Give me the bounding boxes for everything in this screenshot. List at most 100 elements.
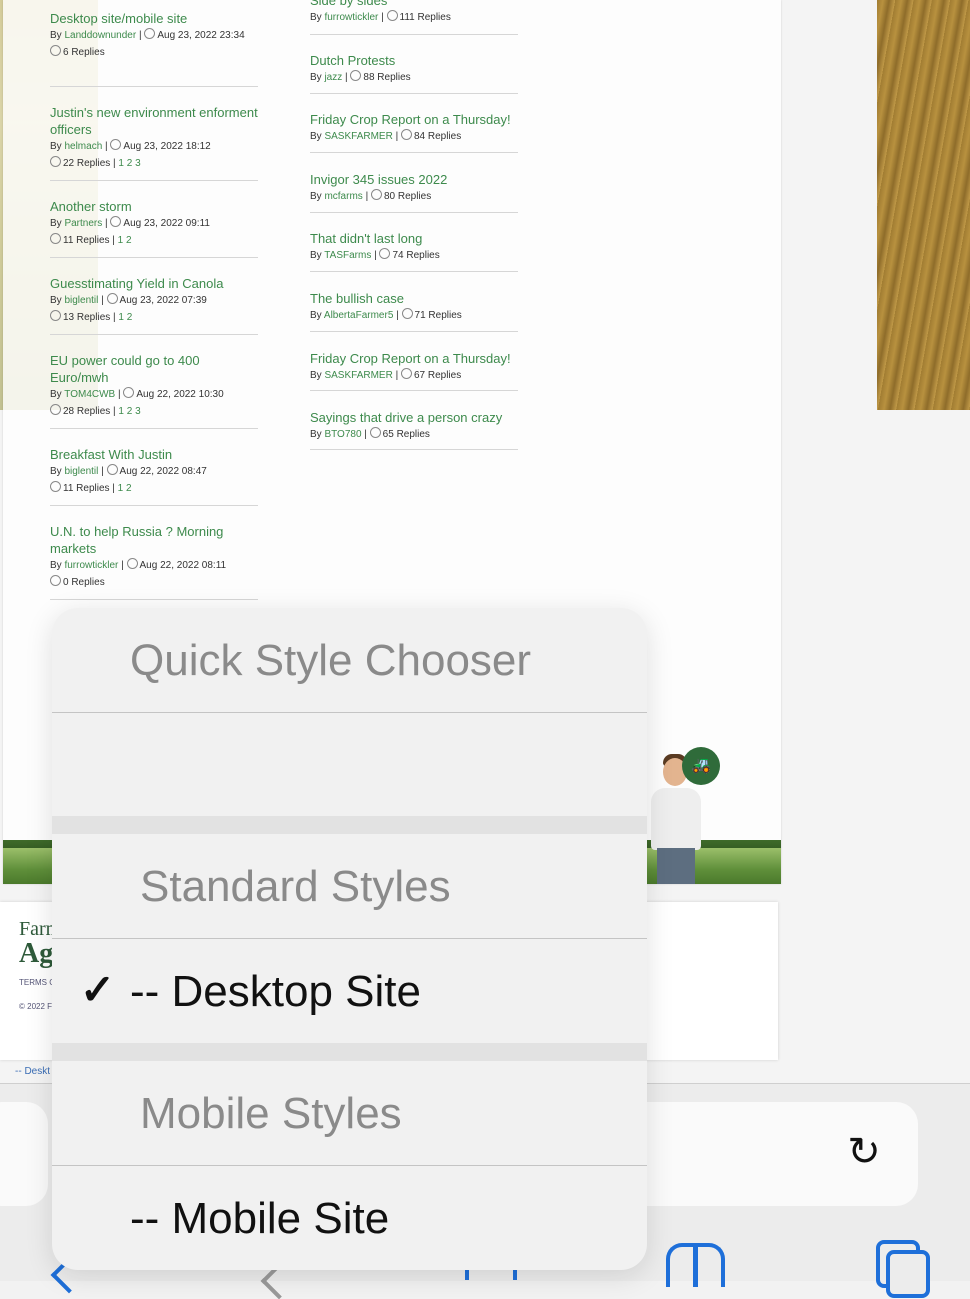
topic-item[interactable]: Justin's new environment enforment offic…	[50, 104, 258, 181]
page-links[interactable]: 1 2 3	[118, 406, 140, 417]
topic-title[interactable]: Desktop site/mobile site	[50, 10, 258, 27]
option-desktop-site[interactable]: ✓ -- Desktop Site	[52, 939, 647, 1043]
topic-title[interactable]: Justin's new environment enforment offic…	[50, 104, 258, 138]
reply-bubble-icon	[50, 156, 61, 167]
page-links[interactable]: 1 2	[118, 235, 132, 246]
topic-item[interactable]: Friday Crop Report on a Thursday! By SAS…	[310, 111, 518, 153]
by-label: By	[50, 295, 62, 306]
tabs-icon[interactable]	[874, 1238, 932, 1298]
topic-item[interactable]: That didn't last long By TASFarms | 74 R…	[310, 230, 518, 272]
topic-title[interactable]: EU power could go to 400 Euro/mwh	[50, 352, 258, 386]
bookmarks-icon[interactable]	[666, 1240, 725, 1287]
by-label: By	[50, 560, 62, 571]
style-chooser-link[interactable]: -- Deskt	[15, 1066, 50, 1077]
option-mobile-site[interactable]: -- Mobile Site	[52, 1166, 647, 1270]
topic-author[interactable]: Landdownunder	[64, 30, 136, 41]
topic-author[interactable]: Partners	[64, 218, 102, 229]
topic-item[interactable]: Another storm By Partners | Aug 23, 2022…	[50, 198, 258, 258]
topic-title[interactable]: That didn't last long	[310, 230, 518, 247]
topic-title[interactable]: Another storm	[50, 198, 258, 215]
topic-item[interactable]: Guesstimating Yield in Canola By biglent…	[50, 275, 258, 335]
group-label-standard: Standard Styles	[140, 862, 451, 911]
reply-bubble-icon	[50, 45, 61, 56]
topic-author[interactable]: jazz	[324, 72, 342, 83]
topic-author[interactable]: TOM4CWB	[64, 389, 115, 400]
topic-item[interactable]: EU power could go to 400 Euro/mwh By TOM…	[50, 352, 258, 429]
topic-meta: By SASKFARMER | 67 Replies	[310, 368, 462, 381]
reply-bubble-icon	[370, 189, 382, 200]
topic-title[interactable]: Invigor 345 issues 2022	[310, 171, 518, 188]
by-label: By	[310, 250, 322, 261]
by-label: By	[310, 12, 322, 23]
topic-meta: By biglentil | Aug 22, 2022 08:47	[50, 464, 207, 477]
tractor-chat-icon[interactable]: 🚜	[682, 747, 720, 785]
topic-item[interactable]: Breakfast With Justin By biglentil | Aug…	[50, 446, 258, 506]
farmer-shirt	[651, 788, 701, 850]
topic-replies-row: 11 Replies | 1 2	[50, 480, 258, 497]
by-label: By	[50, 389, 62, 400]
topic-date: Aug 22, 2022 08:47	[119, 466, 207, 477]
reply-count: 88 Replies	[363, 72, 411, 83]
topic-author[interactable]: biglentil	[64, 295, 98, 306]
topic-item[interactable]: Dutch Protests By jazz | 88 Replies	[310, 52, 518, 94]
picker-blank-option[interactable]	[52, 713, 647, 816]
quick-style-chooser-picker[interactable]: Quick Style Chooser Standard Styles ✓ --…	[52, 608, 647, 1270]
reply-bubble-icon	[50, 310, 61, 321]
topic-author[interactable]: furrowtickler	[64, 560, 118, 571]
page-links[interactable]: 1 2	[118, 483, 132, 494]
topic-meta: By helmach | Aug 23, 2022 18:12	[50, 139, 211, 152]
topic-meta: By Landdownunder | Aug 23, 2022 23:34	[50, 28, 245, 41]
topic-author[interactable]: AlbertaFarmer5	[324, 310, 393, 321]
topic-replies-row: 6 Replies	[50, 44, 258, 61]
picker-group-standard-styles: Standard Styles	[52, 834, 647, 939]
footer-copyright: © 2022 F	[19, 1002, 53, 1011]
topic-item[interactable]: U.N. to help Russia ? Morning markets By…	[50, 523, 258, 600]
topic-author[interactable]: furrowtickler	[324, 12, 378, 23]
topic-item[interactable]: Side by sides By furrowtickler | 111 Rep…	[310, 0, 518, 35]
reload-icon[interactable]: ↻	[842, 1130, 886, 1174]
topic-author[interactable]: SASKFARMER	[324, 131, 392, 142]
topic-item[interactable]: Sayings that drive a person crazy By BTO…	[310, 409, 518, 450]
topic-meta: By biglentil | Aug 23, 2022 07:39	[50, 293, 207, 306]
topic-item[interactable]: Friday Crop Report on a Thursday! By SAS…	[310, 350, 518, 391]
footer-terms-link[interactable]: TERMS C	[19, 978, 55, 987]
topic-title[interactable]: Breakfast With Justin	[50, 446, 258, 463]
previous-tab-address-bar[interactable]	[0, 1102, 48, 1206]
topic-meta: By furrowtickler | 111 Replies	[310, 10, 451, 23]
topic-title[interactable]: Dutch Protests	[310, 52, 518, 69]
topic-title[interactable]: Guesstimating Yield in Canola	[50, 275, 258, 292]
page-links[interactable]: 1 2 3	[118, 158, 140, 169]
topic-author[interactable]: TASFarms	[324, 250, 371, 261]
reply-bubble-icon	[400, 129, 412, 140]
topic-meta: By Partners | Aug 23, 2022 09:11	[50, 216, 210, 229]
reply-bubble-icon	[400, 368, 412, 379]
topic-title[interactable]: Friday Crop Report on a Thursday!	[310, 111, 518, 128]
tabs-icon-front-card	[886, 1250, 930, 1298]
topic-item[interactable]: Invigor 345 issues 2022 By mcfarms | 80 …	[310, 171, 518, 213]
topic-author[interactable]: SASKFARMER	[324, 370, 392, 381]
topic-replies-row: 13 Replies | 1 2	[50, 309, 258, 326]
by-label: By	[50, 466, 62, 477]
topic-author[interactable]: biglentil	[64, 466, 98, 477]
topic-title[interactable]: Friday Crop Report on a Thursday!	[310, 350, 518, 367]
reply-count: 71 Replies	[414, 310, 462, 321]
topic-title[interactable]: Side by sides	[310, 0, 518, 9]
group-label-mobile: Mobile Styles	[140, 1089, 402, 1138]
topic-title[interactable]: The bullish case	[310, 290, 518, 307]
page-links[interactable]: 1 2	[118, 312, 132, 323]
topic-title[interactable]: Sayings that drive a person crazy	[310, 409, 518, 426]
topic-item[interactable]: The bullish case By AlbertaFarmer5 | 71 …	[310, 290, 518, 332]
topic-author[interactable]: mcfarms	[324, 191, 362, 202]
reply-bubble-icon	[50, 575, 61, 586]
reply-count: 28 Replies	[63, 406, 111, 417]
reply-count: 13 Replies	[63, 312, 111, 323]
reply-count: 0 Replies	[63, 577, 105, 588]
topic-title[interactable]: U.N. to help Russia ? Morning markets	[50, 523, 258, 557]
topic-author[interactable]: BTO780	[324, 429, 361, 440]
topic-item[interactable]: Desktop site/mobile site By Landdownunde…	[50, 10, 258, 87]
topic-meta: By TASFarms | 74 Replies	[310, 248, 440, 261]
topic-author[interactable]: helmach	[64, 141, 102, 152]
topic-meta: By mcfarms | 80 Replies	[310, 189, 432, 202]
reply-bubble-icon	[350, 70, 362, 81]
picker-title: Quick Style Chooser	[130, 636, 532, 685]
